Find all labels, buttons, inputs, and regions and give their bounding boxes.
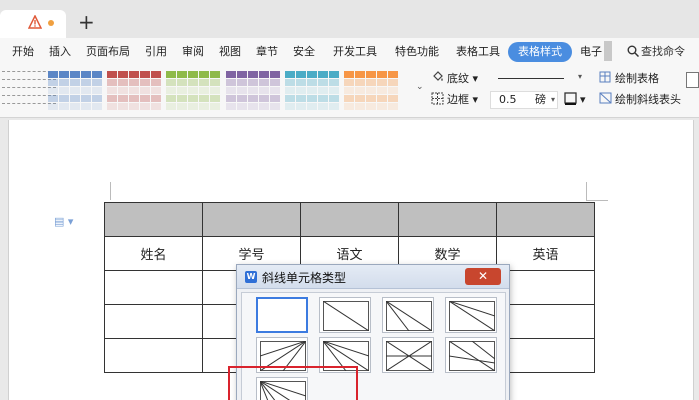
draw-table-button[interactable]: 绘制表格: [599, 70, 659, 88]
table-cell[interactable]: [496, 202, 595, 237]
pen-color-icon: [564, 92, 577, 105]
menu-review[interactable]: 审阅: [182, 38, 204, 66]
menu-table-style[interactable]: 表格样式: [508, 42, 572, 62]
menu-spreadsheet[interactable]: 电子: [580, 38, 602, 66]
diagonal-option-two-top[interactable]: [382, 297, 434, 333]
command-search[interactable]: 查找命令: [627, 38, 685, 66]
wps-logo-icon: W: [245, 271, 257, 283]
table-cell[interactable]: [202, 202, 301, 237]
table-style-red[interactable]: [107, 71, 161, 110]
table-cell[interactable]: [104, 202, 203, 237]
table-style-green[interactable]: [166, 71, 220, 110]
erase-button[interactable]: [686, 72, 699, 88]
tab-bar: +: [0, 0, 699, 38]
table-cell[interactable]: [300, 202, 399, 237]
new-tab-button[interactable]: +: [78, 10, 95, 34]
unsaved-dot-icon: [48, 20, 54, 26]
table-cell[interactable]: [104, 270, 203, 305]
ribbon-menu: 开始 插入 页面布局 引用 审阅 视图 章节 安全 开发工具 特色功能 表格工具…: [0, 38, 699, 66]
diagonal-double-icon: [449, 341, 495, 371]
line-width-unit: 磅: [535, 93, 546, 106]
diagonal-cross-icon: [386, 341, 432, 371]
diagonal-option-single[interactable]: [319, 297, 371, 333]
draw-diagonal-header-label: 绘制斜线表头: [615, 93, 681, 106]
table-style-orange[interactable]: [344, 71, 398, 110]
margin-corner-mark: [110, 182, 111, 200]
dialog-title: 斜线单元格类型: [262, 271, 347, 285]
dialog-title-bar[interactable]: W 斜线单元格类型 ✕: [237, 265, 509, 289]
diagonal-two-side-icon: [449, 301, 495, 331]
table-cell[interactable]: 英语: [496, 236, 595, 271]
menu-page-layout[interactable]: 页面布局: [86, 38, 130, 66]
table-cell[interactable]: [496, 270, 595, 305]
document-tab[interactable]: [0, 10, 66, 38]
border-icon: [431, 92, 444, 105]
line-style-select[interactable]: ▾: [490, 70, 586, 88]
ribbon-toolbar: ⌄: [0, 66, 699, 118]
warning-icon: [28, 15, 42, 29]
table-cell[interactable]: [398, 202, 497, 237]
table-style-blue[interactable]: [48, 71, 102, 110]
diagonal-option-none[interactable]: [256, 297, 308, 333]
menu-chapter[interactable]: 章节: [256, 38, 278, 66]
table-cell[interactable]: [104, 338, 203, 373]
diagonal-single-icon: [323, 301, 369, 331]
margin-corner-mark: [586, 182, 587, 200]
diagonal-option-cross[interactable]: [382, 337, 434, 373]
menu-start[interactable]: 开始: [12, 38, 34, 66]
diagonal-option-double[interactable]: [445, 337, 497, 373]
draw-table-label: 绘制表格: [615, 72, 659, 85]
table-style-purple[interactable]: [226, 71, 280, 110]
menu-view[interactable]: 视图: [219, 38, 241, 66]
line-style-preview: [498, 78, 564, 79]
paint-bucket-icon: [433, 71, 443, 81]
draw-diagonal-header-button[interactable]: 绘制斜线表头: [599, 91, 681, 109]
chevron-down-icon: ▾: [577, 72, 582, 81]
menu-references[interactable]: 引用: [145, 38, 167, 66]
selection-highlight-box: [228, 366, 358, 400]
diagonal-option-two-side[interactable]: [445, 297, 497, 333]
table-header-row: [104, 202, 595, 237]
margin-corner-mark: [586, 200, 608, 201]
menu-security[interactable]: 安全: [293, 38, 315, 66]
menu-scroll-divider: [604, 41, 612, 61]
shading-button[interactable]: 底纹 ▾: [431, 70, 478, 88]
border-button[interactable]: 边框 ▾: [431, 91, 478, 109]
line-width-value: 0.5: [499, 93, 517, 106]
table-cell[interactable]: [104, 304, 203, 339]
table-cell[interactable]: [496, 338, 595, 373]
diagonal-header-icon: [599, 92, 612, 104]
paragraph-layout-icon[interactable]: ▤ ▾: [54, 215, 73, 228]
menu-table-tools[interactable]: 表格工具: [456, 38, 500, 66]
table-cell[interactable]: [496, 304, 595, 339]
menu-features[interactable]: 特色功能: [395, 38, 439, 66]
close-button[interactable]: ✕: [465, 268, 501, 285]
border-label: 边框: [447, 93, 469, 106]
draw-table-icon: [599, 71, 611, 83]
line-width-select[interactable]: 0.5 磅 ▾: [490, 91, 558, 109]
search-icon: [627, 45, 640, 58]
shading-label: 底纹: [447, 72, 469, 85]
table-style-teal[interactable]: [285, 71, 339, 110]
chevron-down-icon: ▾: [550, 95, 555, 104]
border-color-button[interactable]: ▾: [564, 91, 586, 109]
style-gallery-more-icon[interactable]: ⌄: [416, 82, 424, 92]
menu-insert[interactable]: 插入: [49, 38, 71, 66]
search-label: 查找命令: [641, 45, 685, 58]
table-cell[interactable]: 姓名: [104, 236, 203, 271]
diagonal-two-top-icon: [386, 301, 432, 331]
menu-developer[interactable]: 开发工具: [333, 38, 377, 66]
